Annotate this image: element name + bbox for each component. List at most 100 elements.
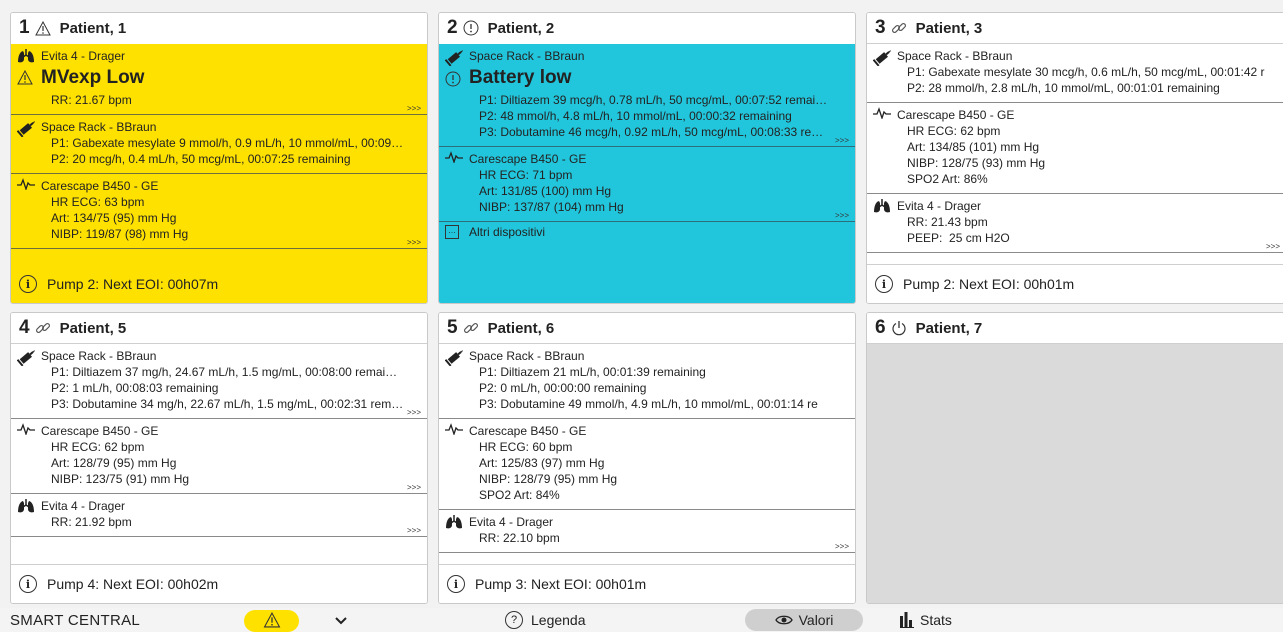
- device-value: P1: Diltiazem 21 mL/h, 00:01:39 remainin…: [479, 365, 706, 379]
- eye-icon: [774, 614, 793, 626]
- patient-card-2[interactable]: 2 Patient, 2 Space Rack - BBraun Battery…: [438, 12, 856, 304]
- more-indicator[interactable]: >>>: [1266, 243, 1280, 251]
- device-monitor[interactable]: Carescape B450 - GE HR ECG: 62 bpm Art: …: [867, 103, 1283, 194]
- more-indicator[interactable]: >>>: [835, 212, 849, 220]
- patient-name: Patient, 3: [915, 19, 983, 37]
- device-name: Space Rack - BBraun: [41, 349, 157, 363]
- other-devices-link[interactable]: … Altri dispositivi: [439, 222, 855, 242]
- device-infusion-pump[interactable]: Space Rack - BBraun P1: Diltiazem 21 mL/…: [439, 344, 855, 419]
- info-exclamation-icon: [445, 71, 461, 87]
- device-value: P1: Diltiazem 37 mg/h, 24.67 mL/h, 1.5 m…: [51, 365, 398, 379]
- app-brand: SMART CENTRAL: [10, 611, 141, 629]
- more-indicator[interactable]: >>>: [407, 239, 421, 247]
- legenda-label: Legenda: [531, 612, 586, 628]
- card-footer: i Pump 4: Next EOI: 00h02m: [11, 564, 427, 603]
- card-body-empty: [867, 344, 1283, 603]
- more-indicator[interactable]: >>>: [407, 484, 421, 492]
- device-name: Evita 4 - Drager: [469, 515, 554, 529]
- device-value: P3: Dobutamine 49 mmol/h, 4.9 mL/h, 10 m…: [479, 397, 818, 411]
- question-circle-icon: ?: [505, 611, 523, 629]
- patient-card-1[interactable]: 1 Patient, 1 Evita 4 - Drager MVexp Low …: [10, 12, 428, 304]
- device-infusion-pump[interactable]: Space Rack - BBraun P1: Diltiazem 37 mg/…: [11, 344, 427, 419]
- card-header[interactable]: 1 Patient, 1: [11, 13, 427, 44]
- info-icon: i: [19, 275, 37, 293]
- device-ventilator[interactable]: Evita 4 - Drager RR: 22.10 bpm >>>: [439, 510, 855, 553]
- card-body: Space Rack - BBraun P1: Gabexate mesylat…: [867, 44, 1283, 303]
- device-monitor[interactable]: Carescape B450 - GE HR ECG: 60 bpm Art: …: [439, 419, 855, 510]
- card-body: Space Rack - BBraun P1: Diltiazem 21 mL/…: [439, 344, 855, 603]
- power-icon: [890, 319, 908, 337]
- patient-card-6[interactable]: 6 Patient, 7: [866, 312, 1283, 604]
- device-ventilator[interactable]: Evita 4 - Drager MVexp Low RR: 21.67 bpm…: [11, 44, 427, 115]
- bed-number: 4: [19, 317, 30, 338]
- device-name: Space Rack - BBraun: [41, 120, 157, 134]
- card-header[interactable]: 5 Patient, 6: [439, 313, 855, 344]
- device-infusion-pump[interactable]: Space Rack - BBraun Battery low P1: Dilt…: [439, 44, 855, 147]
- patient-card-4[interactable]: 4 Patient, 5 Space Rack - BBraun P1: Dil…: [10, 312, 428, 604]
- legenda-button[interactable]: ? Legenda: [505, 608, 586, 632]
- bed-number: 3: [875, 17, 886, 38]
- patient-card-3[interactable]: 3 Patient, 3 Space Rack - BBraun P1: Gab…: [866, 12, 1283, 304]
- link-icon: [34, 319, 52, 337]
- patient-grid: 1 Patient, 1 Evita 4 - Drager MVexp Low …: [10, 12, 1283, 604]
- stats-label: Stats: [920, 612, 952, 628]
- device-monitor[interactable]: Carescape B450 - GE HR ECG: 63 bpm Art: …: [11, 174, 427, 249]
- valori-button[interactable]: Valori: [745, 609, 863, 631]
- device-monitor[interactable]: Carescape B450 - GE HR ECG: 71 bpm Art: …: [439, 147, 855, 222]
- alarm-filter-button[interactable]: [244, 610, 299, 632]
- device-value: P1: Gabexate mesylate 30 mcg/h, 0.6 mL/h…: [907, 65, 1265, 79]
- device-name: Carescape B450 - GE: [41, 424, 159, 438]
- card-footer: i Pump 2: Next EOI: 00h07m: [11, 264, 427, 303]
- card-header[interactable]: 6 Patient, 7: [867, 313, 1283, 344]
- warning-triangle-icon: [17, 70, 33, 85]
- more-indicator[interactable]: >>>: [835, 543, 849, 551]
- device-name: Evita 4 - Drager: [41, 49, 126, 63]
- card-body: Space Rack - BBraun Battery low P1: Dilt…: [439, 44, 855, 303]
- ecg-wave-icon: [17, 423, 35, 435]
- device-value: NIBP: 123/75 (91) mm Hg: [51, 472, 190, 486]
- bed-number: 5: [447, 317, 458, 338]
- syringe-icon: [445, 48, 465, 66]
- device-value: P2: 28 mmol/h, 2.8 mL/h, 10 mmol/mL, 00:…: [907, 81, 1220, 95]
- device-value: HR ECG: 60 bpm: [479, 440, 573, 454]
- device-name: Space Rack - BBraun: [469, 49, 585, 63]
- device-name: Space Rack - BBraun: [897, 49, 1013, 63]
- footer-text: Pump 2: Next EOI: 00h01m: [903, 276, 1075, 292]
- device-value: RR: 21.43 bpm: [907, 215, 988, 229]
- alarm-dropdown-button[interactable]: [335, 608, 347, 632]
- device-infusion-pump[interactable]: Space Rack - BBraun P1: Gabexate mesylat…: [11, 115, 427, 174]
- info-icon: i: [447, 575, 465, 593]
- device-value: HR ECG: 62 bpm: [51, 440, 145, 454]
- valori-label: Valori: [798, 612, 834, 628]
- ecg-wave-icon: [445, 151, 463, 163]
- device-name: Space Rack - BBraun: [469, 349, 585, 363]
- bed-number: 1: [19, 17, 30, 38]
- device-name: Evita 4 - Drager: [897, 199, 982, 213]
- device-value: Art: 125/83 (97) mm Hg: [479, 456, 605, 470]
- more-indicator[interactable]: >>>: [407, 105, 421, 113]
- link-icon: [890, 19, 908, 37]
- device-value: P3: Dobutamine 46 mcg/h, 0.92 mL/h, 50 m…: [479, 125, 824, 139]
- device-ventilator[interactable]: Evita 4 - Drager RR: 21.92 bpm >>>: [11, 494, 427, 537]
- lungs-icon: [445, 514, 463, 530]
- device-name: Carescape B450 - GE: [469, 424, 587, 438]
- device-monitor[interactable]: Carescape B450 - GE HR ECG: 62 bpm Art: …: [11, 419, 427, 494]
- more-indicator[interactable]: >>>: [835, 137, 849, 145]
- device-name: Carescape B450 - GE: [41, 179, 159, 193]
- more-indicator[interactable]: >>>: [407, 527, 421, 535]
- device-ventilator[interactable]: Evita 4 - Drager RR: 21.43 bpm PEEP: 25 …: [867, 194, 1283, 253]
- alarm-text: MVexp Low: [41, 67, 145, 88]
- lungs-icon: [17, 48, 35, 64]
- stats-button[interactable]: Stats: [900, 608, 952, 632]
- chevron-down-icon: [335, 612, 347, 628]
- card-header[interactable]: 4 Patient, 5: [11, 313, 427, 344]
- device-infusion-pump[interactable]: Space Rack - BBraun P1: Gabexate mesylat…: [867, 44, 1283, 103]
- device-value: SPO2 Art: 84%: [479, 488, 560, 502]
- patient-card-5[interactable]: 5 Patient, 6 Space Rack - BBraun P1: Dil…: [438, 312, 856, 604]
- device-value: P2: 1 mL/h, 00:08:03 remaining: [51, 381, 219, 395]
- card-header[interactable]: 2 Patient, 2: [439, 13, 855, 44]
- device-value: P3: Dobutamine 34 mg/h, 22.67 mL/h, 1.5 …: [51, 397, 404, 411]
- card-header[interactable]: 3 Patient, 3: [867, 13, 1283, 44]
- device-value: RR: 21.67 bpm: [51, 93, 132, 107]
- more-indicator[interactable]: >>>: [407, 409, 421, 417]
